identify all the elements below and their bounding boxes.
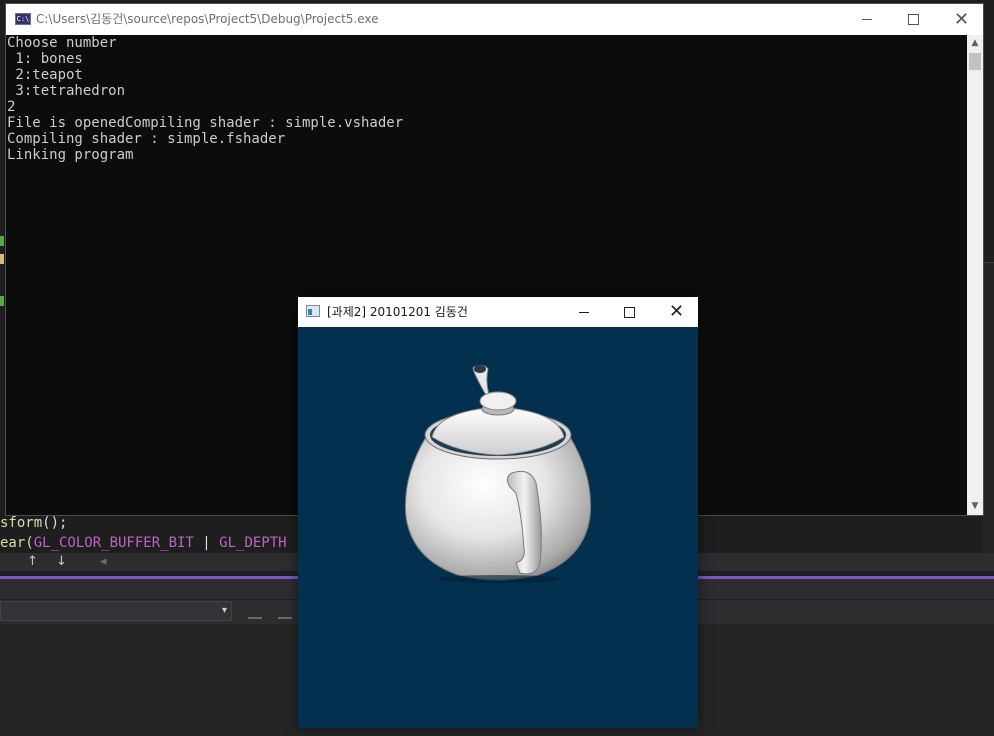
arrow-left-icon[interactable]: ◂ [100,553,107,571]
close-button[interactable]: ✕ [652,297,698,327]
code-token: (); [42,515,68,531]
code-token: GL_COLOR_BUFFER_BIT [33,535,194,551]
output-source-dropdown[interactable]: ▾ [0,601,232,621]
code-token: ear( [0,535,34,551]
opengl-titlebar[interactable]: [과제2] 20101201 김동건 ✕ [298,297,698,327]
close-icon: ✕ [669,301,685,322]
console-line: 2:teapot [7,67,83,83]
console-line: 3:tetrahedron [7,83,126,99]
arrow-down-icon[interactable]: ↓ [56,553,67,571]
opengl-window: [과제2] 20101201 김동건 ✕ [298,297,698,728]
maximize-button[interactable] [606,297,652,327]
code-token: sform [0,515,43,531]
chevron-down-icon: ▾ [221,605,227,616]
minimize-button[interactable] [844,4,890,35]
opengl-canvas[interactable] [298,327,698,728]
clear-all-icon[interactable] [278,605,292,619]
gutter-marker [0,254,4,264]
console-line: 2 [7,99,16,115]
scroll-thumb[interactable] [969,53,981,70]
maximize-button[interactable] [890,4,936,35]
opengl-window-title: [과제2] 20101201 김동건 [327,305,468,319]
console-line: Compiling shader : simple.fshader [7,131,286,147]
console-titlebar[interactable]: C:\ C:\Users\김동건\source\repos\Project5\D… [6,4,983,35]
gutter-marker [0,296,4,306]
arrow-up-icon[interactable]: ↑ [27,553,38,571]
console-line: Choose number [7,35,117,51]
code-token: | [193,535,220,551]
minimize-icon [579,312,589,313]
maximize-icon [908,14,919,25]
console-line: Linking program [7,147,134,163]
code-token: GL_DEPTH [219,535,287,551]
console-app-icon: C:\ [15,13,31,25]
scroll-up-icon[interactable]: ▲ [967,35,983,52]
find-message-icon[interactable] [248,605,262,619]
ide-side-panel [983,262,994,553]
console-scrollbar[interactable]: ▲ ▼ [967,35,983,515]
minimize-icon [862,19,872,20]
scroll-down-icon[interactable]: ▼ [967,498,983,515]
window-app-icon [306,305,320,317]
minimize-button[interactable] [561,297,607,327]
console-title: C:\Users\김동건\source\repos\Project5\Debug… [36,12,379,26]
teapot-render [404,364,592,583]
console-line: 1: bones [7,51,83,67]
close-button[interactable]: ✕ [937,4,983,35]
maximize-icon [624,307,635,318]
console-line: File is openedCompiling shader : simple.… [7,115,404,131]
close-icon: ✕ [954,9,970,30]
gutter-marker [0,236,4,246]
